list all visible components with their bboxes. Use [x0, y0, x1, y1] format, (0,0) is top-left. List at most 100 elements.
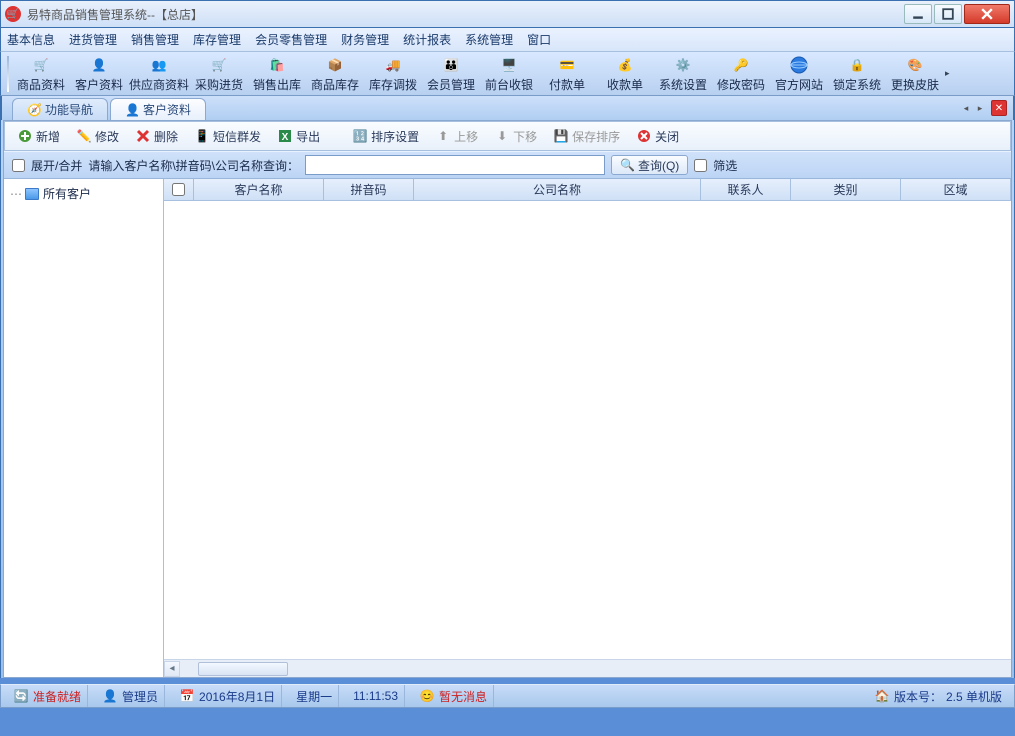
sort-icon: 🔢 [352, 128, 368, 144]
export-button[interactable]: X导出 [271, 126, 326, 147]
tb-customer-info[interactable]: 👤客户资料 [71, 54, 127, 94]
lock-icon: 🔒 [847, 55, 867, 75]
tb-lock[interactable]: 🔒锁定系统 [829, 54, 885, 94]
x-icon [135, 128, 151, 144]
tab-nav[interactable]: 🧭 功能导航 [12, 98, 108, 120]
status-weekday: 星期一 [290, 685, 339, 707]
home-icon: 🏠 [874, 688, 890, 704]
sort-settings-button[interactable]: 🔢排序设置 [346, 126, 425, 147]
expand-label: 展开/合并 [31, 157, 82, 174]
search-input[interactable] [305, 155, 605, 175]
tb-product-info[interactable]: 🛒商品资料 [13, 54, 69, 94]
tb-settings[interactable]: ⚙️系统设置 [655, 54, 711, 94]
refresh-icon: 🔄 [13, 688, 29, 704]
status-msg: 😊暂无消息 [413, 685, 494, 707]
menu-reports[interactable]: 统计报表 [403, 31, 451, 48]
scroll-left[interactable]: ◂ [164, 661, 180, 677]
tab-strip: 🧭 功能导航 👤 客户资料 ◂ ▸ ✕ [1, 96, 1014, 120]
move-down-button[interactable]: ⬇下移 [488, 126, 543, 147]
menu-purchase[interactable]: 进货管理 [69, 31, 117, 48]
menu-stock[interactable]: 库存管理 [193, 31, 241, 48]
pencil-icon: ✏️ [76, 128, 92, 144]
filter-checkbox[interactable] [694, 159, 707, 172]
toolbar-overflow[interactable]: ▸ [945, 68, 955, 79]
tb-skin[interactable]: 🎨更换皮肤 [887, 54, 943, 94]
tb-pos[interactable]: 🖥️前台收银 [481, 54, 537, 94]
tb-website[interactable]: 官方网站 [771, 54, 827, 94]
grid-body [164, 201, 1011, 659]
status-version: 🏠版本号：2.5 单机版 [868, 685, 1008, 707]
tb-sales-out[interactable]: 🛍️销售出库 [249, 54, 305, 94]
edit-button[interactable]: ✏️修改 [70, 126, 125, 147]
calendar-icon: 📅 [179, 688, 195, 704]
col-contact[interactable]: 联系人 [701, 179, 791, 200]
save-sort-button[interactable]: 💾保存排序 [547, 126, 626, 147]
sub-toolbar: 新增 ✏️修改 删除 📱短信群发 X导出 🔢排序设置 ⬆上移 ⬇下移 💾保存排序… [4, 121, 1011, 151]
close-button[interactable] [964, 4, 1010, 24]
menu-bar: 基本信息 进货管理 销售管理 库存管理 会员零售管理 财务管理 统计报表 系统管… [0, 28, 1015, 52]
menu-window[interactable]: 窗口 [527, 31, 551, 48]
tb-member[interactable]: 👪会员管理 [423, 54, 479, 94]
tb-purchase-in[interactable]: 🛒采购进货 [191, 54, 247, 94]
down-icon: ⬇ [494, 128, 510, 144]
filter-label: 筛选 [713, 157, 737, 174]
tb-password[interactable]: 🔑修改密码 [713, 54, 769, 94]
box-icon: 📦 [325, 55, 345, 75]
status-time: 11:11:53 [347, 685, 405, 707]
tab-close-all[interactable]: ✕ [991, 100, 1007, 116]
cart-out-icon: 🛍️ [267, 55, 287, 75]
tb-supplier-info[interactable]: 👥供应商资料 [129, 54, 189, 94]
payin-icon: 💰 [615, 55, 635, 75]
main-toolbar: 🛒商品资料 👤客户资料 👥供应商资料 🛒采购进货 🛍️销售出库 📦商品库存 🚚库… [0, 52, 1015, 96]
user-icon: 👤 [89, 55, 109, 75]
tab-next[interactable]: ▸ [973, 100, 987, 116]
sms-button[interactable]: 📱短信群发 [188, 126, 267, 147]
move-up-button[interactable]: ⬆上移 [429, 126, 484, 147]
save-icon: 💾 [553, 128, 569, 144]
app-icon: 🛒 [5, 6, 21, 22]
tree-root[interactable]: ⋯ 所有客户 [10, 183, 157, 204]
globe-icon [789, 55, 809, 75]
minimize-button[interactable] [904, 4, 932, 24]
skin-icon: 🎨 [905, 55, 925, 75]
tab-prev[interactable]: ◂ [959, 100, 973, 116]
tb-transfer[interactable]: 🚚库存调拨 [365, 54, 421, 94]
select-all-checkbox[interactable] [172, 183, 185, 196]
menu-finance[interactable]: 财务管理 [341, 31, 389, 48]
category-tree: ⋯ 所有客户 [4, 179, 164, 677]
col-company[interactable]: 公司名称 [414, 179, 701, 200]
members-icon: 👪 [441, 55, 461, 75]
nav-icon: 🧭 [27, 103, 41, 117]
menu-basic-info[interactable]: 基本信息 [7, 31, 55, 48]
col-customer-name[interactable]: 客户名称 [194, 179, 324, 200]
excel-icon: X [277, 128, 293, 144]
search-button[interactable]: 🔍查询(Q) [611, 155, 688, 175]
col-pinyin[interactable]: 拼音码 [324, 179, 414, 200]
search-prompt: 请输入客户名称\拼音码\公司名称查询： [88, 157, 299, 174]
delete-button[interactable]: 删除 [129, 126, 184, 147]
col-category[interactable]: 类别 [791, 179, 901, 200]
status-user: 👤管理员 [96, 685, 165, 707]
cart-in-icon: 🛒 [209, 55, 229, 75]
status-bar: 🔄准备就绪 👤管理员 📅2016年8月1日 星期一 11:11:53 😊暂无消息… [0, 684, 1015, 708]
tb-stock[interactable]: 📦商品库存 [307, 54, 363, 94]
menu-member-retail[interactable]: 会员零售管理 [255, 31, 327, 48]
close-tab-button[interactable]: 关闭 [630, 126, 685, 147]
payout-icon: 💳 [557, 55, 577, 75]
expand-checkbox[interactable] [12, 159, 25, 172]
col-checkbox[interactable] [164, 179, 194, 200]
tb-receipt[interactable]: 💰收款单 [597, 54, 653, 94]
window-title: 易特商品销售管理系统--【总店】 [27, 6, 904, 23]
col-region[interactable]: 区域 [901, 179, 1011, 200]
tab-customer[interactable]: 👤 客户资料 [110, 98, 206, 120]
maximize-button[interactable] [934, 4, 962, 24]
menu-system[interactable]: 系统管理 [465, 31, 513, 48]
users-icon: 👥 [149, 55, 169, 75]
sms-icon: 📱 [194, 128, 210, 144]
scroll-thumb[interactable] [198, 662, 288, 676]
folder-icon [25, 188, 39, 200]
add-button[interactable]: 新增 [11, 126, 66, 147]
menu-sales[interactable]: 销售管理 [131, 31, 179, 48]
horizontal-scrollbar[interactable]: ◂ [164, 659, 1011, 677]
tb-payment[interactable]: 💳付款单 [539, 54, 595, 94]
